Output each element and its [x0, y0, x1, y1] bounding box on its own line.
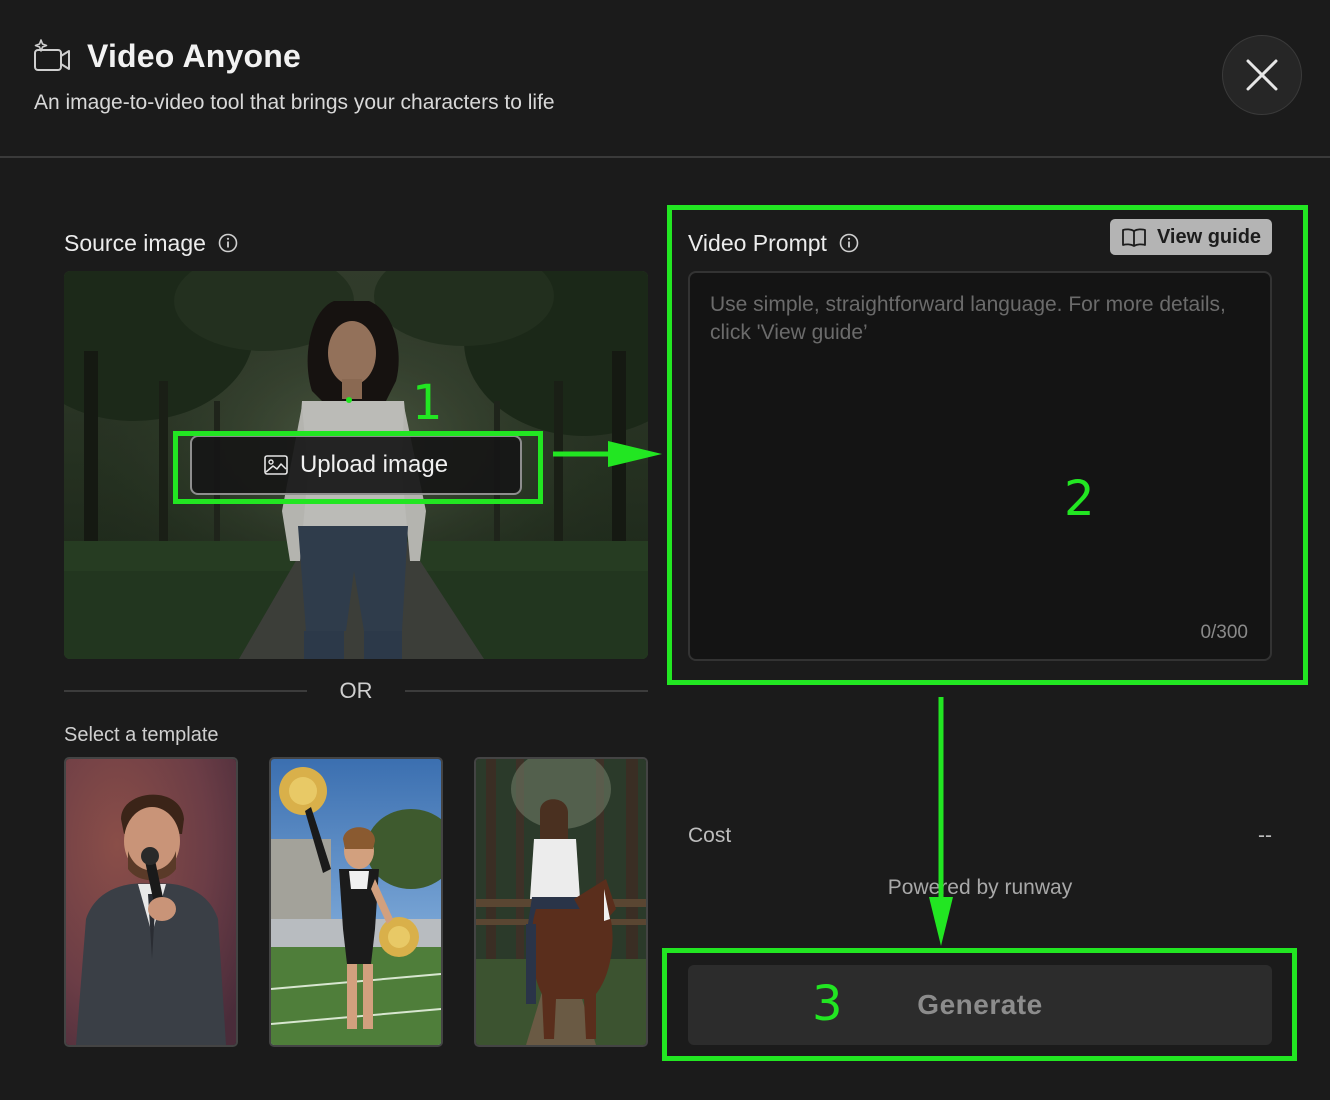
template-cheerleader[interactable] — [269, 757, 443, 1047]
man-with-microphone-image — [66, 759, 236, 1045]
dialog-title: Video Anyone — [87, 38, 301, 74]
info-icon[interactable] — [839, 233, 859, 253]
book-icon — [1122, 228, 1146, 247]
generate-button[interactable]: Generate — [688, 965, 1272, 1045]
cost-value: -- — [1258, 824, 1272, 847]
image-icon — [264, 455, 288, 475]
powered-by-text: Powered by runway — [887, 876, 1073, 899]
or-divider-right — [405, 690, 648, 692]
video-prompt-heading: Video Prompt — [688, 228, 859, 258]
view-guide-button[interactable]: View guide — [1110, 219, 1272, 255]
cheerleader-image — [271, 759, 441, 1045]
video-prompt-textarea[interactable]: Use simple, straightforward language. Fo… — [688, 271, 1272, 661]
woman-riding-horse-image — [476, 759, 646, 1045]
character-counter: 0/300 — [1200, 622, 1248, 643]
template-man-microphone[interactable] — [64, 757, 238, 1047]
cost-label: Cost — [688, 824, 732, 847]
source-image-heading: Source image — [64, 228, 238, 258]
video-camera-sparkle-icon — [34, 39, 70, 71]
header-divider — [0, 156, 1330, 158]
upload-image-button[interactable]: Upload image — [190, 435, 522, 495]
arrow-prompt-to-generate — [929, 697, 953, 946]
or-separator: OR — [339, 678, 373, 703]
video-prompt-placeholder: Use simple, straightforward language. Fo… — [710, 293, 1226, 344]
step-1-label: 1 — [412, 375, 443, 431]
view-guide-label: View guide — [1156, 225, 1262, 248]
generate-label: Generate — [917, 989, 1043, 1020]
or-divider-left — [64, 690, 307, 692]
upload-image-label: Upload image — [299, 451, 449, 478]
source-image-label: Source image — [64, 230, 206, 256]
close-icon — [1246, 59, 1278, 91]
close-button[interactable] — [1222, 35, 1302, 115]
video-prompt-label: Video Prompt — [688, 230, 827, 256]
info-icon[interactable] — [218, 233, 238, 253]
step-3-label: 3 — [812, 976, 843, 1032]
video-anyone-dialog: Video Anyone An image-to-video tool that… — [0, 0, 1330, 1100]
dialog-subtitle: An image-to-video tool that brings your … — [34, 91, 555, 114]
select-template-label: Select a template — [64, 724, 219, 746]
template-woman-horse[interactable] — [474, 757, 648, 1047]
step-2-label: 2 — [1064, 471, 1095, 527]
